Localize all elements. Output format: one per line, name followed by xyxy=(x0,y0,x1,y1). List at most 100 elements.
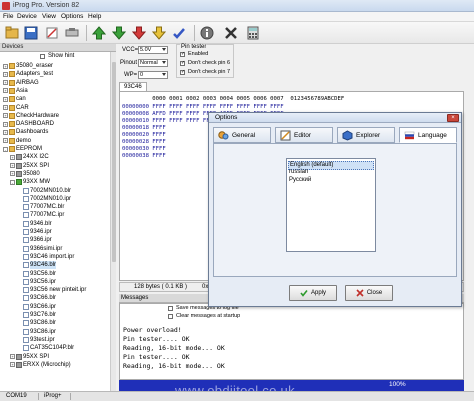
tree-item[interactable]: 93test.ipr xyxy=(17,336,55,344)
tree-item[interactable]: + CheckHardware xyxy=(3,112,59,120)
tree-item[interactable]: +35080_eraser xyxy=(3,62,53,70)
enabled-checkbox[interactable]: ✓ xyxy=(180,52,185,57)
dont-check-pin6-checkbox[interactable]: ✓ xyxy=(180,61,185,66)
expand-icon[interactable]: + xyxy=(10,354,15,359)
tree-item[interactable]: + Adapters_test xyxy=(3,70,53,78)
expand-icon[interactable]: + xyxy=(10,163,15,169)
clear-messages-checkbox[interactable] xyxy=(168,314,173,319)
tree-item[interactable]: - 93XX MW xyxy=(10,178,50,186)
tree-item[interactable]: + CAR xyxy=(3,104,29,112)
erase-icon[interactable] xyxy=(43,24,61,42)
tree-item[interactable]: 93C66.blr xyxy=(17,294,56,302)
arrow-up-icon[interactable] xyxy=(90,24,108,42)
expand-icon[interactable]: + xyxy=(3,63,8,69)
write-icon[interactable] xyxy=(170,24,188,42)
tree-item[interactable]: + Asia xyxy=(3,87,28,95)
language-item-russkiy[interactable]: Русский xyxy=(289,177,311,184)
tree-item[interactable]: 9366simi.ipr xyxy=(17,245,62,253)
tree-item[interactable]: 7002MN010.ipr xyxy=(17,195,71,203)
language-page: English (default) russian Русский xyxy=(213,143,457,277)
tree-item[interactable]: + demo xyxy=(3,137,31,145)
save-icon[interactable] xyxy=(22,24,40,42)
expand-icon[interactable]: + xyxy=(3,113,8,119)
tree-item[interactable]: 93C86.ipr xyxy=(17,328,56,336)
tree-item-label: 93XX MW xyxy=(23,179,51,186)
expand-icon[interactable]: + xyxy=(10,362,15,368)
expand-icon[interactable]: + xyxy=(3,138,8,144)
expand-icon[interactable]: + xyxy=(3,96,8,102)
pinout-select[interactable]: Normal xyxy=(138,59,168,67)
collapse-icon[interactable]: - xyxy=(10,179,15,185)
menu-file[interactable]: File xyxy=(3,13,13,20)
read-icon[interactable] xyxy=(63,24,81,42)
wp-select[interactable]: 0 xyxy=(138,71,168,79)
tree-item[interactable]: + Dashboards xyxy=(3,128,48,136)
tree-item[interactable]: 93C66.ipr xyxy=(17,303,56,311)
tree-item[interactable]: 93C56 new pinteit.ipr xyxy=(17,286,86,294)
open-file-icon[interactable] xyxy=(3,24,21,42)
tree-item[interactable]: 93C56.blr xyxy=(17,270,56,278)
tree-item[interactable]: +95XX SPI xyxy=(10,353,49,361)
info-icon[interactable] xyxy=(198,24,216,42)
language-list[interactable]: English (default) russian Русский xyxy=(286,158,376,252)
vcc-select[interactable]: 5.0V xyxy=(138,46,168,54)
tree-item[interactable]: CAT35C104P.blr xyxy=(17,344,74,352)
tree-item[interactable]: 77007MC.blr xyxy=(17,203,64,211)
menu-view[interactable]: View xyxy=(42,13,56,20)
close-button[interactable]: Close xyxy=(345,285,393,301)
close-icon[interactable] xyxy=(222,24,240,42)
tree-item[interactable]: + AIRBAG xyxy=(3,79,39,87)
tree-item[interactable]: +24XX I2C xyxy=(10,153,49,161)
tree-item[interactable]: 93C76.blr xyxy=(17,311,56,319)
arrow-down-icon[interactable] xyxy=(110,24,128,42)
calculator-icon[interactable] xyxy=(244,24,262,42)
save-messages-checkbox[interactable] xyxy=(168,306,173,311)
tree-item[interactable]: 7002MN010.blr xyxy=(17,187,71,195)
menu-options[interactable]: Options xyxy=(61,13,83,20)
devices-tree[interactable]: Show hint +35080_eraser + Adapters_test + AI… xyxy=(0,52,116,393)
verify-icon[interactable] xyxy=(150,24,168,42)
expand-icon[interactable]: + xyxy=(3,105,8,110)
tree-item[interactable]: +25XX SPI xyxy=(10,162,49,170)
dont-check-pin7-checkbox[interactable]: ✓ xyxy=(180,70,185,75)
tree-item[interactable]: 93C56.ipr xyxy=(17,278,56,286)
tree-item[interactable]: + can xyxy=(3,95,26,103)
messages-area[interactable]: Save messages to log file Clear messages… xyxy=(119,303,464,380)
language-item-russian[interactable]: russian xyxy=(289,169,308,176)
tree-item-label: AIRBAG xyxy=(16,79,39,86)
tree-item-label: 7002MN010.blr xyxy=(30,187,72,194)
tree-item[interactable]: 9346.ipr xyxy=(17,228,52,236)
apply-button[interactable]: Apply xyxy=(289,285,337,301)
close-icon xyxy=(356,289,364,297)
expand-icon[interactable]: + xyxy=(10,154,15,160)
dialog-close-button[interactable]: × xyxy=(447,114,459,122)
tree-item-label: CAR xyxy=(16,104,29,111)
expand-icon[interactable]: + xyxy=(3,88,8,94)
tree-item[interactable]: 93C86.blr xyxy=(17,319,56,327)
expand-icon[interactable]: + xyxy=(10,171,15,177)
expand-icon[interactable]: + xyxy=(3,71,8,77)
collapse-icon[interactable]: - xyxy=(3,146,8,152)
expand-icon[interactable]: + xyxy=(3,121,8,127)
tree-item[interactable]: 93C46 import.ipr xyxy=(17,253,74,261)
scrollbar-thumb[interactable] xyxy=(112,62,116,262)
tree-item[interactable]: +35080 xyxy=(10,170,40,178)
tree-item[interactable]: - EEPROM xyxy=(3,145,42,153)
read-chip-icon[interactable] xyxy=(130,24,148,42)
tree-item[interactable]: + ERXX (Microchip) xyxy=(10,361,71,369)
show-hint-checkbox[interactable] xyxy=(40,54,45,59)
tree-item[interactable]: + DASHBOARD xyxy=(3,120,54,128)
tab-explorer[interactable]: Explorer xyxy=(337,127,395,143)
tab-editor[interactable]: Editor xyxy=(275,127,333,143)
expand-icon[interactable]: + xyxy=(3,80,8,86)
expand-icon[interactable]: + xyxy=(3,129,8,135)
tree-item[interactable]: 9346.blr xyxy=(17,220,52,228)
menu-device[interactable]: Device xyxy=(17,13,37,20)
tree-item[interactable]: 77007MC.ipr xyxy=(17,211,64,219)
tab-general[interactable]: General xyxy=(213,127,271,143)
devices-scrollbar[interactable] xyxy=(110,52,116,393)
tree-item[interactable]: 9366.ipr xyxy=(17,236,52,244)
tab-language[interactable]: Language xyxy=(399,127,457,143)
tree-item[interactable]: 93C46.blr xyxy=(17,261,57,270)
menu-help[interactable]: Help xyxy=(88,13,101,20)
